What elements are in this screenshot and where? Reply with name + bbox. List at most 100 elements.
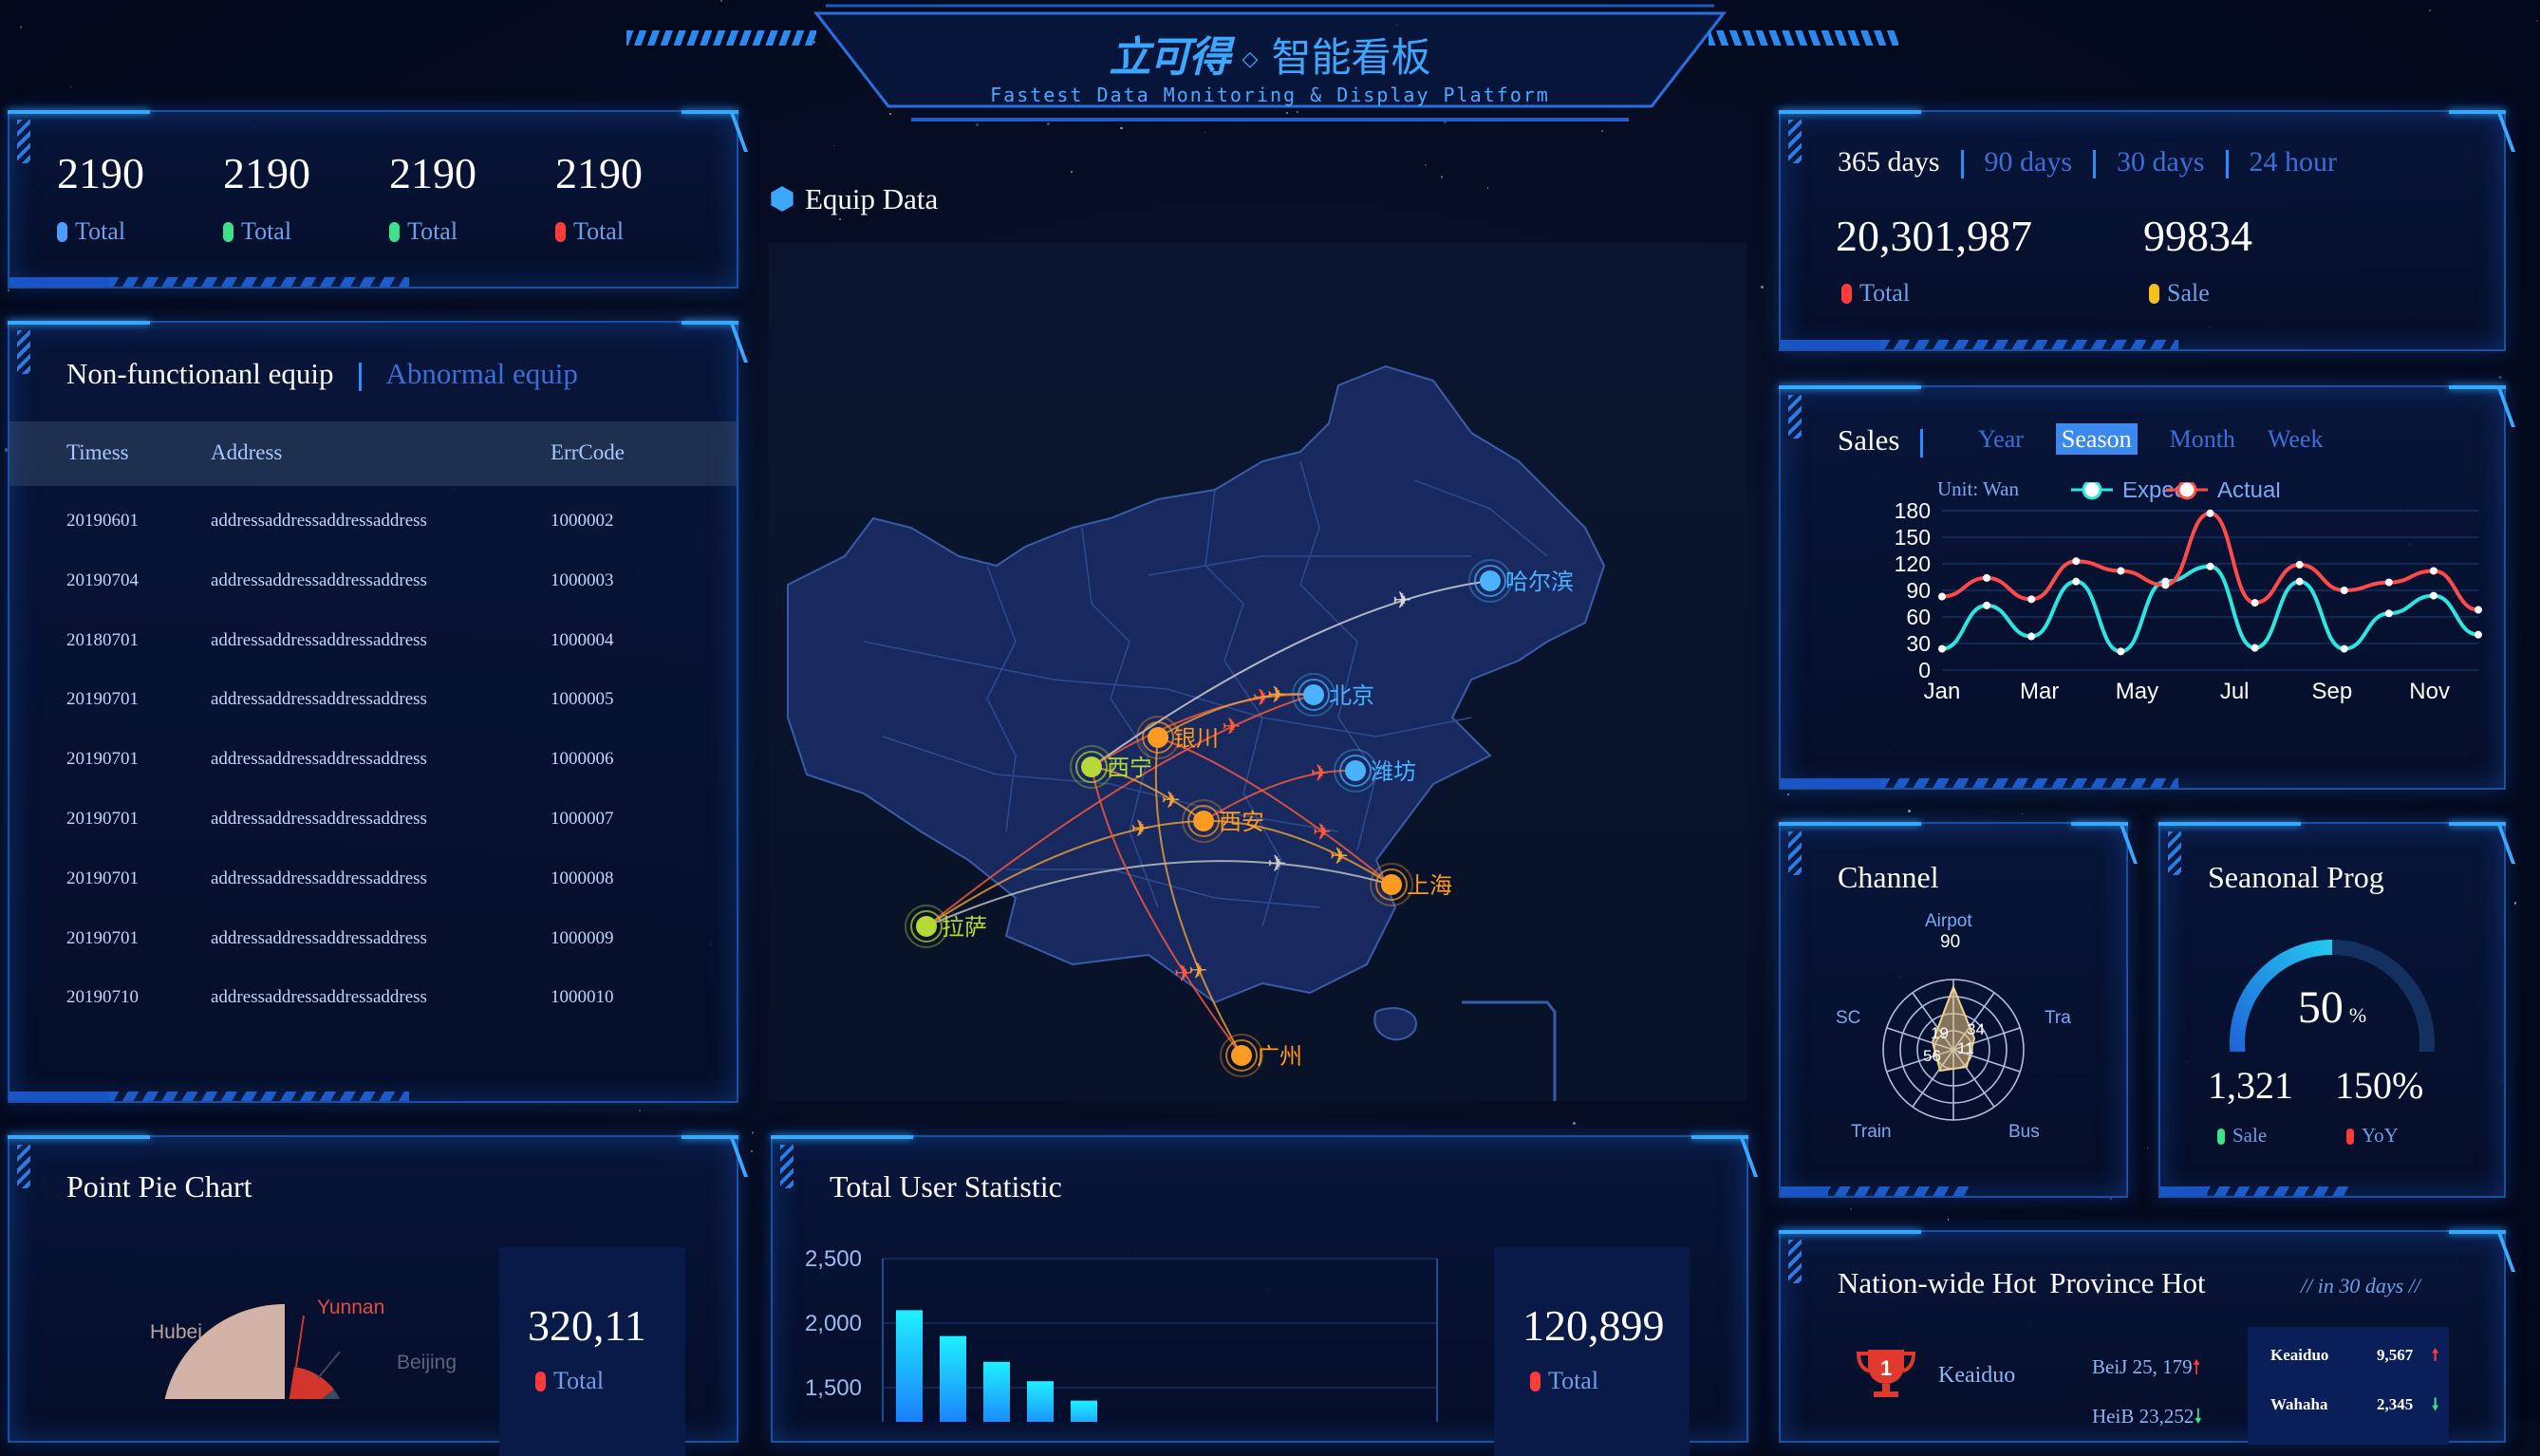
arrow-up-icon: 🠕 xyxy=(2192,1355,2201,1378)
radar-value: 19 xyxy=(1931,1024,1949,1042)
rank-badge: 1 xyxy=(1880,1356,1892,1380)
table-cell: 20190701 xyxy=(66,749,139,770)
user-stat-title: Total User Statistic xyxy=(830,1169,1062,1204)
hot-top-name: Keaiduo xyxy=(1938,1363,2016,1388)
user-summary-dot xyxy=(1530,1372,1541,1391)
airplane-icon: ✈ xyxy=(1222,713,1241,739)
data-point xyxy=(2384,609,2393,618)
bar xyxy=(896,1310,923,1422)
panel-stripe xyxy=(17,120,30,163)
tab-abnormal[interactable]: Abnormal equip xyxy=(386,357,578,390)
radar-axis-label: Tra xyxy=(2045,1008,2071,1028)
header-title: 智能看板 xyxy=(1271,34,1431,81)
province-value: 25, 179 xyxy=(2132,1355,2193,1378)
airplane-icon: ✈ xyxy=(1313,819,1332,846)
table-cell: addressaddressaddressaddress xyxy=(211,749,427,770)
y-tick-label: 1,500 xyxy=(805,1375,862,1401)
data-point xyxy=(2206,562,2214,570)
table-row[interactable]: 20190704 addressaddressaddressaddress 1000… xyxy=(9,553,737,612)
data-point xyxy=(2295,577,2304,586)
table-cell: 1000005 xyxy=(551,689,614,710)
header-subtitle: Fastest Data Monitoring & Display Platfo… xyxy=(990,84,1550,106)
panel-stripe xyxy=(780,1145,794,1188)
province-name: BeiJ xyxy=(2092,1355,2128,1378)
province-name: HeiB xyxy=(2092,1405,2135,1428)
data-point xyxy=(2384,578,2393,587)
tab-30-days[interactable]: 30 days xyxy=(2117,146,2205,177)
tab-year[interactable]: Year xyxy=(1978,425,2024,453)
china-landmass xyxy=(787,364,1606,1004)
user-summary-label: Total xyxy=(1548,1367,1599,1394)
y-tick-label: 150 xyxy=(1895,525,1931,550)
table-row[interactable]: 20190601 addressaddressaddressaddress 1000… xyxy=(9,494,737,552)
stat-item: 2190 Total xyxy=(57,148,223,246)
bar xyxy=(940,1335,966,1422)
table-row[interactable]: 20190701 addressaddressaddressaddress 1000… xyxy=(9,672,737,731)
sales-unit: Unit: Wan xyxy=(1937,482,2019,500)
stat-item: 2190 Total xyxy=(389,148,555,246)
x-tick-label: Jan xyxy=(1924,679,1961,704)
panel-stripe xyxy=(1788,395,1802,439)
city-label: 广州 xyxy=(1257,1043,1302,1070)
tab-month[interactable]: Month xyxy=(2170,425,2235,453)
tab-nation-hot[interactable]: Nation-wide Hot xyxy=(1838,1266,2036,1299)
y-tick-label: 30 xyxy=(1906,631,1931,656)
sales-line-chart: Unit: Wan Expect Actual0306090120150180Jan… xyxy=(1895,482,2482,704)
pie-summary-box: 320,11 Total xyxy=(499,1247,685,1456)
data-point xyxy=(2429,567,2437,575)
list-item: BeiJ 25, 179🠕 xyxy=(2092,1342,2202,1391)
table-cell: 1000004 xyxy=(551,629,614,650)
gauge-percent-unit: % xyxy=(2348,1003,2367,1027)
table-cell: 20190710 xyxy=(66,987,139,1008)
table-row[interactable]: 20190710 addressaddressaddressaddress 1000… xyxy=(9,970,737,1029)
seasonal-title: Seanonal Prog xyxy=(2208,860,2384,894)
data-point xyxy=(2072,557,2081,566)
sales-panel: Sales Year Season Month Week Unit: Wan Expec… xyxy=(1779,385,2516,790)
map-canvas: ✈ ✈ ✈ ✈ ✈ ✈ ✈ ✈ ✈ ✈ ✈ ✈ 哈尔滨 北京 银川 西宁 潍坊 西安 上海 拉萨 广州 xyxy=(769,243,1746,1101)
logo: 立可得 xyxy=(1109,33,1231,82)
tab-365-days[interactable]: 365 days xyxy=(1838,146,1940,177)
tab-24-hour[interactable]: 24 hour xyxy=(2250,146,2338,177)
cube-icon: ⬢ xyxy=(769,181,795,215)
table-cell: addressaddressaddressaddress xyxy=(211,629,427,650)
pie-summary-label: Total xyxy=(553,1367,605,1394)
star xyxy=(1440,176,1444,178)
data-point xyxy=(1983,601,1991,609)
pie-chart: Hubei Yunnan Beijing xyxy=(150,1297,457,1399)
table-row[interactable]: 20180701 addressaddressaddressaddress 1000… xyxy=(9,613,737,672)
item-name: Keaiduo xyxy=(2270,1346,2329,1364)
list-item: Wahaha 2,345 🠗 xyxy=(2248,1380,2449,1429)
tab-non-functional[interactable]: Non-functionanl equip xyxy=(66,357,334,390)
map-title: Equip Data xyxy=(804,182,939,215)
panel-bottom-bar xyxy=(9,1092,410,1101)
x-tick-label: Nov xyxy=(2409,679,2450,704)
radar-axis-label: SC xyxy=(1836,1008,1860,1028)
china-map: ✈✈✈✈✈✈✈✈✈✈✈✈ 哈尔滨北京银川西宁 潍坊西安上海拉萨广州 xyxy=(787,364,1606,1101)
table-row[interactable]: 20190701 addressaddressaddressaddress 1000… xyxy=(9,851,737,910)
x-tick-label: Sep xyxy=(2312,679,2353,704)
seasonal-yoy-value: 150% xyxy=(2335,1064,2424,1107)
seasonal-yoy-label: YoY xyxy=(2362,1124,2399,1147)
city-label: 西安 xyxy=(1219,809,1264,835)
tab-season[interactable]: Season xyxy=(2055,423,2138,455)
city-label: 哈尔滨 xyxy=(1505,569,1574,595)
table-row[interactable]: 20190701 addressaddressaddressaddress 1000… xyxy=(9,792,737,850)
data-point xyxy=(2340,644,2348,653)
tab-week[interactable]: Week xyxy=(2268,425,2324,453)
x-tick-label: Mar xyxy=(2020,679,2059,704)
city-label: 上海 xyxy=(1407,872,1452,899)
table-cell: 1000003 xyxy=(551,569,614,590)
city-label: 拉萨 xyxy=(942,914,987,941)
table-cell: 1000007 xyxy=(551,809,614,829)
tab-province-hot[interactable]: Province Hot xyxy=(2049,1266,2205,1299)
tab-separator xyxy=(1920,428,1924,457)
table-row[interactable]: 20190701 addressaddressaddressaddress 1000… xyxy=(9,911,737,970)
panel-bottom-bar xyxy=(1781,778,2179,788)
star xyxy=(2536,20,2538,22)
pie-slice-hubei xyxy=(164,1304,285,1399)
y-tick-label: 120 xyxy=(1895,551,1931,576)
channel-panel: Channel Airpot 90 Tra Bus Train SC 19 34… xyxy=(1779,822,2138,1198)
table-cell: 20190701 xyxy=(66,868,139,888)
table-row[interactable]: 20190701 addressaddressaddressaddress 1000… xyxy=(9,732,737,791)
tab-90-days[interactable]: 90 days xyxy=(1985,146,2073,177)
